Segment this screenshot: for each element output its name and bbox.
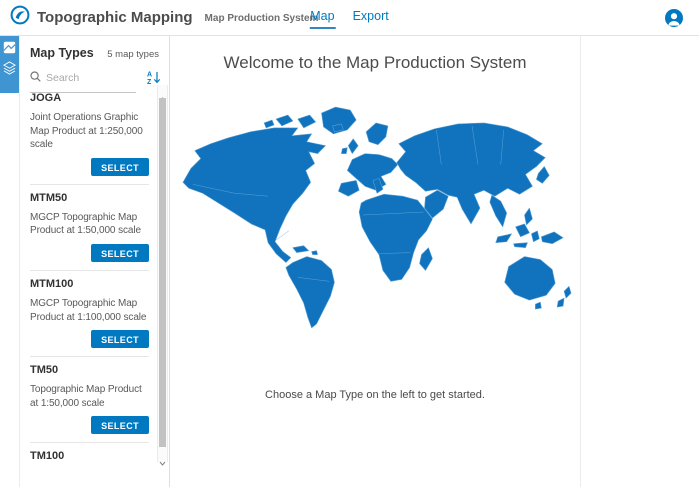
app-header: Topographic Mapping Map Production Syste… — [0, 0, 699, 36]
sidebar-scrollbar[interactable] — [157, 85, 168, 462]
user-avatar-icon[interactable] — [665, 9, 683, 27]
select-button[interactable]: SELECT — [91, 330, 149, 348]
main-area: Welcome to the Map Production System — [170, 36, 699, 487]
scrollbar-thumb[interactable] — [159, 98, 166, 447]
map-type-name: JOGA — [30, 93, 149, 104]
map-type-description: MGCP Topographic Map Product at 1:100,00… — [30, 297, 149, 324]
layers-tool-icon[interactable] — [3, 61, 16, 74]
map-type-name: TM50 — [30, 365, 149, 376]
chevron-down-icon[interactable] — [159, 453, 166, 458]
select-button[interactable]: SELECT — [91, 244, 149, 262]
app-title: Topographic Mapping — [37, 9, 193, 26]
map-type-item-tm100: TM100 — [30, 442, 149, 462]
map-type-description: MGCP Topographic Map Product at 1:50,000… — [30, 211, 149, 238]
select-button[interactable]: SELECT — [91, 158, 149, 176]
map-types-panel: Map Types 5 map types A Z — [20, 36, 170, 487]
svg-text:A: A — [147, 72, 152, 79]
map-types-tool-icon[interactable] — [3, 41, 16, 54]
map-type-item-joga: JOGA Joint Operations Graphic Map Produc… — [30, 85, 149, 184]
nav-tab-export[interactable]: Export — [352, 7, 390, 29]
nav-tab-map[interactable]: Map — [309, 7, 335, 29]
world-map-image — [177, 97, 573, 335]
app-window: Topographic Mapping Map Production Syste… — [0, 0, 699, 487]
welcome-title: Welcome to the Map Production System — [224, 53, 527, 73]
map-type-count: 5 map types — [107, 49, 159, 60]
map-type-list: JOGA Joint Operations Graphic Map Produc… — [20, 85, 169, 462]
chevron-up-icon[interactable] — [159, 89, 166, 94]
map-type-name: MTM100 — [30, 279, 149, 290]
search-input[interactable] — [46, 72, 130, 84]
map-type-description: Topographic Map Product at 1:50,000 scal… — [30, 383, 149, 410]
map-type-name: MTM50 — [30, 193, 149, 204]
body: Map Types 5 map types A Z — [0, 36, 699, 487]
tool-rail — [0, 36, 20, 487]
panel-title: Map Types — [30, 46, 94, 60]
app-logo-icon — [10, 5, 30, 30]
map-type-item-mtm50: MTM50 MGCP Topographic Map Product at 1:… — [30, 184, 149, 270]
main-nav: Map Export — [309, 0, 389, 35]
select-button[interactable]: SELECT — [91, 416, 149, 434]
helper-text: Choose a Map Type on the left to get sta… — [265, 389, 485, 401]
panel-head: Map Types 5 map types — [20, 36, 169, 60]
map-type-name: TM100 — [30, 451, 149, 462]
app-subtitle: Map Production System — [205, 11, 319, 24]
main-empty-area — [581, 36, 699, 487]
map-type-item-mtm100: MTM100 MGCP Topographic Map Product at 1… — [30, 270, 149, 356]
welcome-panel: Welcome to the Map Production System — [170, 36, 581, 487]
map-type-description: Joint Operations Graphic Map Product at … — [30, 111, 149, 152]
map-type-item-tm50: TM50 Topographic Map Product at 1:50,000… — [30, 356, 149, 442]
brand: Topographic Mapping Map Production Syste… — [10, 5, 318, 30]
tool-rail-active-group — [0, 36, 19, 93]
